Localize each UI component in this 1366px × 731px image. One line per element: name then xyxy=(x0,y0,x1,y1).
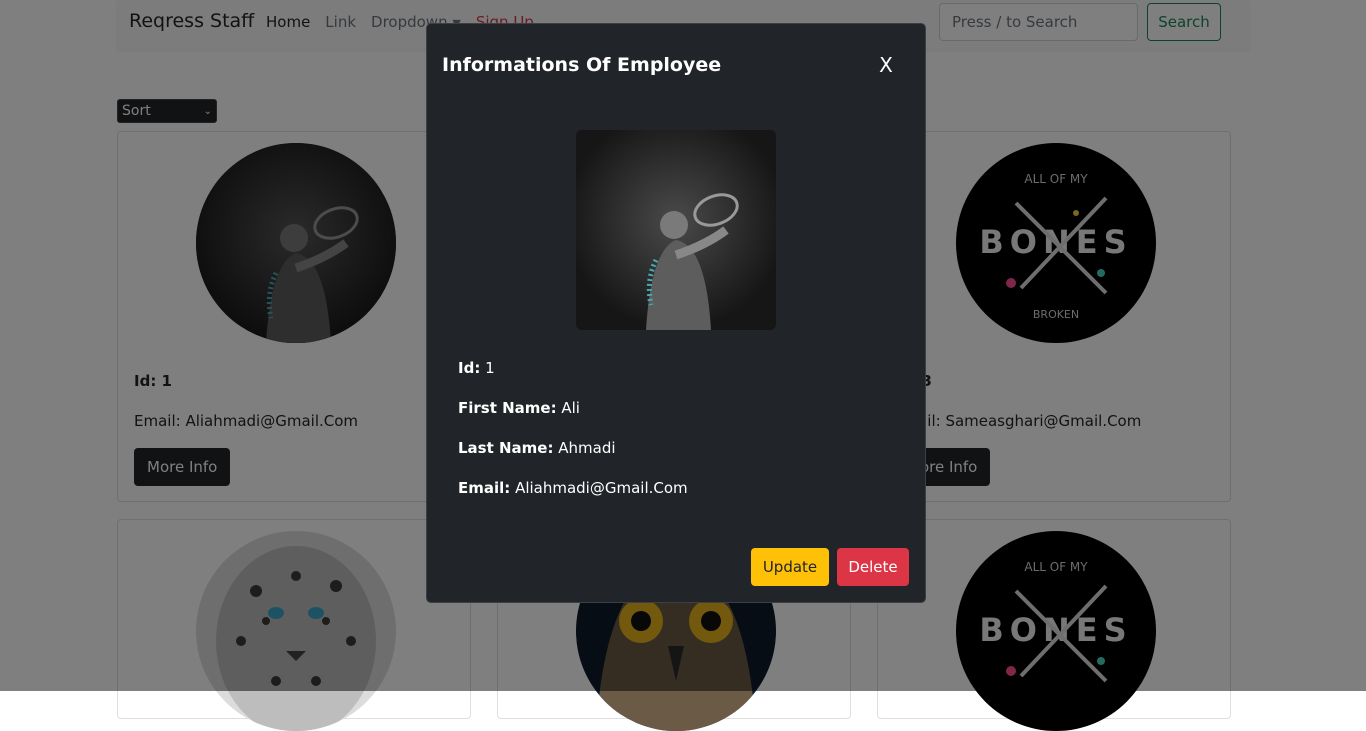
info-email-value: Aliahmadi@Gmail.Com xyxy=(515,479,688,497)
info-id-value: 1 xyxy=(485,359,495,377)
info-email: Email: Aliahmadi@Gmail.Com xyxy=(458,479,688,497)
info-id: Id: 1 xyxy=(458,359,495,377)
info-first-name: First Name: Ali xyxy=(458,399,580,417)
close-button[interactable]: X xyxy=(873,52,899,78)
info-first-name-value: Ali xyxy=(561,399,580,417)
employee-photo xyxy=(576,130,776,330)
delete-button[interactable]: Delete xyxy=(837,548,909,586)
info-last-name-value: Ahmadi xyxy=(558,439,616,457)
info-email-label: Email: xyxy=(458,479,511,497)
info-first-name-label: First Name: xyxy=(458,399,557,417)
info-last-name-label: Last Name: xyxy=(458,439,554,457)
update-button[interactable]: Update xyxy=(751,548,829,586)
info-last-name: Last Name: Ahmadi xyxy=(458,439,616,457)
info-id-label: Id: xyxy=(458,359,481,377)
modal-title: Informations Of Employee xyxy=(442,54,722,76)
employee-info-modal: Informations Of Employee X Id: 1 First N… xyxy=(426,23,926,603)
